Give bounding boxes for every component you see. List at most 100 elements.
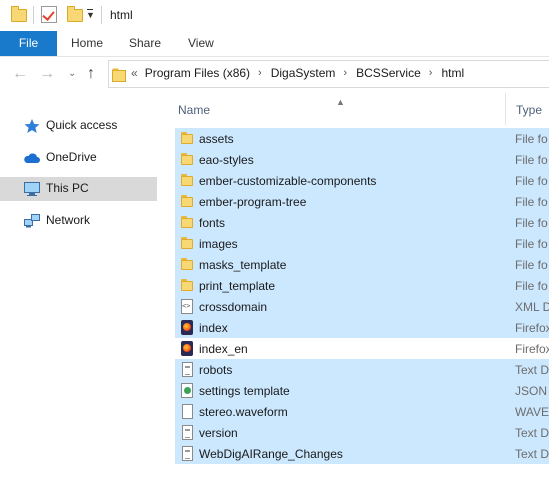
breadcrumb: « Program Files (x86) › DigaSystem › BCS…: [131, 66, 464, 80]
computer-icon: [24, 182, 40, 196]
ribbon: File Home Share View: [0, 31, 549, 57]
breadcrumb-chevron-icon[interactable]: ›: [258, 67, 262, 79]
column-header-type[interactable]: Type: [516, 103, 542, 117]
json-file-icon: [181, 383, 193, 398]
file-row[interactable]: ember-customizable-components File fo: [175, 170, 549, 191]
file-name: masks_template: [199, 258, 287, 272]
file-name: fonts: [199, 216, 226, 230]
file-row[interactable]: index Firefox: [175, 317, 549, 338]
column-header-name[interactable]: Name: [178, 103, 210, 117]
file-type: Text D: [515, 447, 549, 461]
file-name: index: [199, 321, 228, 335]
breadcrumb-chevron-icon[interactable]: ›: [343, 67, 347, 79]
sidebar-item-network[interactable]: Network: [0, 209, 157, 233]
breadcrumb-digasystem[interactable]: DigaSystem: [271, 66, 336, 80]
folder-icon: [180, 215, 194, 230]
text-document-icon: [182, 425, 193, 440]
customize-toolbar-dropdown-icon[interactable]: ▼: [86, 9, 95, 20]
sidebar-item-quick-access[interactable]: Quick access: [0, 114, 157, 138]
sidebar-item-label: Network: [46, 213, 91, 227]
file-type: File fo: [515, 216, 548, 230]
file-name: index_en: [199, 342, 248, 356]
file-name: WebDigAIRange_Changes: [199, 447, 343, 461]
folder-icon: [180, 278, 194, 293]
tab-share[interactable]: Share: [129, 31, 161, 56]
navigation-pane: Quick access OneDrive This PC Network: [0, 93, 160, 483]
file-row[interactable]: robots Text D: [175, 359, 549, 380]
up-arrow-icon[interactable]: ↑: [87, 63, 95, 85]
file-type: File fo: [515, 195, 548, 209]
xml-document-icon: [181, 299, 193, 314]
sidebar-item-label: This PC: [46, 181, 89, 195]
address-folder-icon: [112, 68, 126, 82]
folder-icon: [180, 173, 194, 188]
file-type: File fo: [515, 153, 548, 167]
breadcrumb-html[interactable]: html: [441, 66, 464, 80]
tab-view[interactable]: View: [188, 31, 214, 56]
recent-locations-chevron-icon[interactable]: ⌄: [68, 63, 76, 85]
file-type: XML D: [515, 300, 549, 314]
file-type: Text D: [515, 363, 549, 377]
file-type: File fo: [515, 258, 548, 272]
file-row[interactable]: WebDigAIRange_Changes Text D: [175, 443, 549, 464]
file-type: File fo: [515, 132, 548, 146]
file-type: File fo: [515, 174, 548, 188]
tab-home[interactable]: Home: [71, 31, 103, 56]
breadcrumb-chevron-icon[interactable]: ›: [429, 67, 433, 79]
network-icon: [24, 214, 40, 228]
file-type: WAVEF: [515, 405, 549, 419]
breadcrumb-bcsservice[interactable]: BCSService: [356, 66, 421, 80]
file-type: Firefox: [515, 321, 549, 335]
title-divider: [101, 6, 102, 24]
breadcrumb-program-files[interactable]: Program Files (x86): [145, 66, 250, 80]
breadcrumb-overflow[interactable]: «: [131, 66, 138, 80]
sidebar-item-this-pc[interactable]: This PC: [0, 177, 157, 201]
folder-icon: [180, 131, 194, 146]
forward-arrow-icon[interactable]: →: [39, 63, 55, 85]
new-folder-icon[interactable]: [67, 6, 83, 22]
title-bar: ▼ html: [0, 0, 549, 31]
star-icon: [24, 119, 40, 133]
file-row[interactable]: eao-styles File fo: [175, 149, 549, 170]
file-icon: [182, 404, 193, 419]
file-type: File fo: [515, 279, 548, 293]
file-row[interactable]: fonts File fo: [175, 212, 549, 233]
text-document-icon: [182, 446, 193, 461]
file-row[interactable]: settings template JSON F: [175, 380, 549, 401]
folder-icon: [180, 152, 194, 167]
file-name: crossdomain: [199, 300, 268, 314]
file-name: print_template: [199, 279, 276, 293]
file-name: ember-customizable-components: [199, 174, 377, 188]
tab-file[interactable]: File: [0, 31, 57, 56]
file-name: images: [199, 237, 238, 251]
firefox-html-icon: [181, 320, 193, 335]
window-title: html: [110, 8, 133, 22]
toolbar-divider: [33, 6, 34, 24]
file-row[interactable]: masks_template File fo: [175, 254, 549, 275]
file-name: robots: [199, 363, 233, 377]
back-arrow-icon[interactable]: ←: [12, 63, 28, 85]
sort-ascending-icon: ▲: [336, 97, 345, 107]
file-row[interactable]: assets File fo: [175, 128, 549, 149]
file-row[interactable]: crossdomain XML D: [175, 296, 549, 317]
properties-icon[interactable]: [41, 6, 57, 23]
file-name: eao-styles: [199, 153, 254, 167]
sidebar-item-label: Quick access: [46, 118, 118, 132]
file-type: JSON F: [515, 384, 549, 398]
folder-icon: [180, 257, 194, 272]
file-row[interactable]: version Text D: [175, 422, 549, 443]
file-type: Text D: [515, 426, 549, 440]
column-divider[interactable]: [505, 93, 506, 125]
file-row[interactable]: ember-program-tree File fo: [175, 191, 549, 212]
sidebar-item-onedrive[interactable]: OneDrive: [0, 146, 157, 170]
folder-icon: [180, 236, 194, 251]
sidebar-item-label: OneDrive: [46, 150, 97, 164]
file-row[interactable]: images File fo: [175, 233, 549, 254]
file-name: settings template: [199, 384, 290, 398]
file-row[interactable]: stereo.waveform WAVEF: [175, 401, 549, 422]
file-row[interactable]: print_template File fo: [175, 275, 549, 296]
file-name: assets: [199, 132, 234, 146]
file-row[interactable]: index_en Firefox: [175, 338, 549, 359]
file-type: Firefox: [515, 342, 549, 356]
folder-icon: [11, 6, 27, 22]
